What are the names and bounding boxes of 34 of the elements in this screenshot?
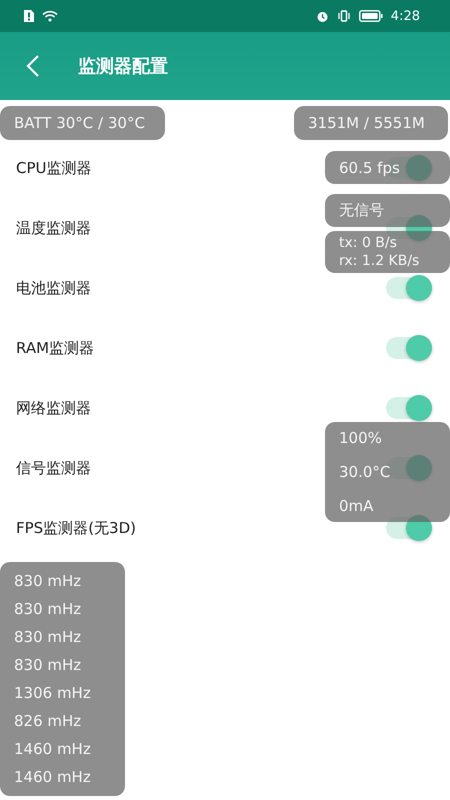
- signal-overlay: 无信号: [325, 194, 450, 227]
- setting-label: 信号监测器: [16, 458, 91, 478]
- battery-reading: 30.0°C: [339, 462, 390, 483]
- network-speed: tx: 0 B/s: [339, 234, 397, 252]
- setting-label: FPS监测器(无3D): [16, 518, 136, 538]
- battery-icon: [358, 10, 383, 22]
- fps-overlay: 60.5 fps: [325, 151, 450, 184]
- battery-reading: 0mA: [339, 496, 374, 517]
- network-speed: rx: 1.2 KB/s: [339, 252, 420, 270]
- setting-label: RAM监测器: [16, 338, 94, 358]
- wifi-icon: [42, 10, 58, 22]
- alarm-icon: [316, 10, 329, 22]
- cpu-frequency: 1460 mHz: [14, 767, 91, 788]
- toggle-switch[interactable]: [386, 337, 430, 359]
- battery-temperature-overlay: BATT 30°C / 30°C: [0, 106, 165, 140]
- setting-label: CPU监测器: [16, 158, 92, 178]
- cpu-frequency: 830 mHz: [14, 627, 82, 648]
- status-time: 4:28: [390, 8, 420, 24]
- vibrate-icon: [336, 10, 351, 22]
- toggle-switch[interactable]: [386, 277, 430, 299]
- setting-label: 网络监测器: [16, 398, 91, 418]
- page-title: 监测器配置: [78, 55, 168, 78]
- battery-reading: 100%: [339, 428, 382, 449]
- setting-label: 电池监测器: [16, 278, 91, 298]
- cpu-frequency: 826 mHz: [14, 711, 82, 732]
- cpu-frequency: 830 mHz: [14, 599, 82, 620]
- cpu-frequency: 1460 mHz: [14, 739, 91, 760]
- setting-label: 温度监测器: [16, 218, 91, 238]
- sim-alert-icon: [24, 10, 34, 22]
- cpu-frequency: 830 mHz: [14, 655, 82, 676]
- toggle-switch[interactable]: [386, 397, 430, 419]
- memory-overlay: 3151M / 5551M: [294, 106, 448, 140]
- cpu-frequency: 1306 mHz: [14, 683, 91, 704]
- cpu-frequency: 830 mHz: [14, 571, 82, 592]
